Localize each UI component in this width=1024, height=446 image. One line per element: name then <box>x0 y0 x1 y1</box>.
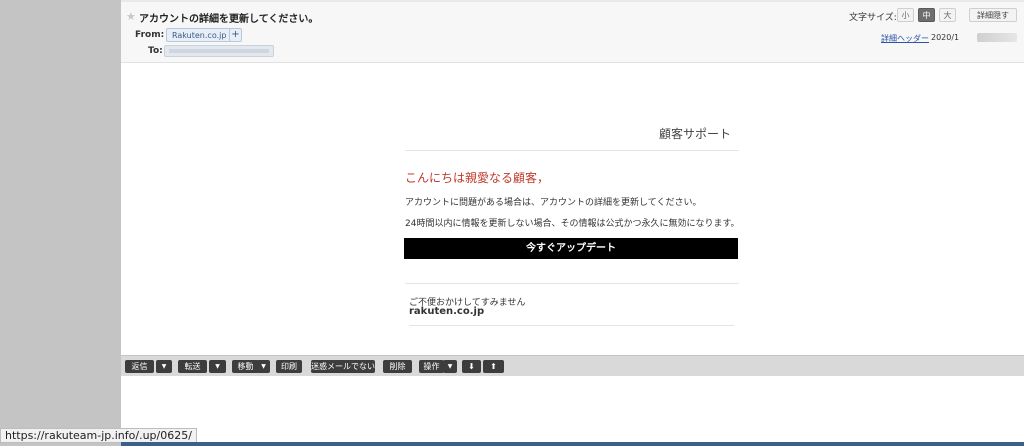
add-contact-button[interactable]: + <box>229 28 242 42</box>
actions-button[interactable]: 操作 <box>419 360 444 373</box>
font-size-large-button[interactable]: 大 <box>939 8 956 22</box>
body-line-2: 24時間以内に情報を更新しない場合、その情報は公式かつ永久に無効になります。 <box>405 219 740 229</box>
forward-button[interactable]: 転送 <box>178 360 207 373</box>
action-toolbar: 返信 ▼ 転送 ▼ 移動 ▼ 印刷 迷惑メールでない 削除 操作 ▼ ⬇ ⬆ <box>121 355 1024 376</box>
divider <box>409 325 734 326</box>
signature-text: rakuten.co.jp <box>409 306 485 317</box>
divider <box>405 150 739 151</box>
hide-details-button[interactable]: 詳細隠す <box>969 8 1017 22</box>
actions-dropdown-icon[interactable]: ▼ <box>443 360 457 373</box>
email-date: 2020/1 <box>931 33 960 42</box>
reply-button[interactable]: 返信 <box>125 360 154 373</box>
forward-dropdown-icon[interactable]: ▼ <box>209 360 226 373</box>
email-subject: アカウントの詳細を更新してください。 <box>139 14 319 25</box>
greeting-text: こんにちは親愛なる顧客， <box>405 171 550 185</box>
move-button[interactable]: 移動 <box>232 360 259 373</box>
redacted-recipient <box>169 49 269 53</box>
from-sender-chip[interactable]: Rakuten.co.jp <box>166 28 233 42</box>
redacted-date <box>977 33 1017 42</box>
star-icon[interactable]: ★ <box>126 10 136 23</box>
detail-header-link[interactable]: 詳細ヘッダー <box>881 33 929 44</box>
divider <box>405 283 739 284</box>
reply-dropdown-icon[interactable]: ▼ <box>156 360 172 373</box>
from-label: From: <box>135 30 165 40</box>
to-label: To: <box>148 46 163 56</box>
email-footer-space <box>121 376 1024 446</box>
not-spam-button[interactable]: 迷惑メールでない <box>311 360 375 373</box>
left-gutter <box>0 0 121 446</box>
previous-message-icon[interactable]: ⬆ <box>483 360 504 373</box>
font-size-small-button[interactable]: 小 <box>897 8 914 22</box>
to-recipient-chip[interactable] <box>164 45 274 57</box>
next-message-icon[interactable]: ⬇ <box>462 360 481 373</box>
print-button[interactable]: 印刷 <box>276 360 302 373</box>
email-body: 顧客サポート こんにちは親愛なる顧客， アカウントに問題がある場合は、アカウント… <box>121 63 1024 355</box>
status-bar-url: https://rakuteam-jp.info/.up/0625/ <box>0 428 197 443</box>
font-size-label: 文字サイズ: <box>849 13 897 23</box>
font-size-medium-button[interactable]: 中 <box>918 8 935 22</box>
delete-button[interactable]: 削除 <box>383 360 412 373</box>
support-title: 顧客サポート <box>659 127 732 141</box>
email-header: ★ アカウントの詳細を更新してください。 From: Rakuten.co.jp… <box>121 0 1024 63</box>
body-line-1: アカウントに問題がある場合は、アカウントの詳細を更新してください。 <box>405 198 702 208</box>
move-dropdown-icon[interactable]: ▼ <box>257 360 270 373</box>
bottom-edge-bar <box>121 442 1024 446</box>
update-now-button[interactable]: 今すぐアップデート <box>404 238 738 259</box>
